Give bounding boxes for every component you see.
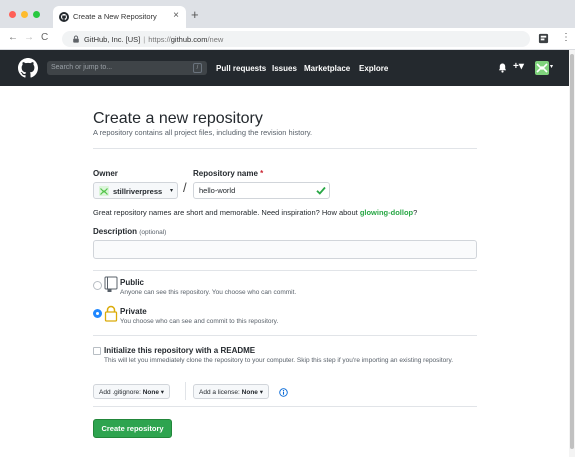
- repo-name-label: Repository name *: [193, 169, 264, 178]
- optional-tag: (optional): [139, 229, 167, 236]
- nav-explore[interactable]: Explore: [359, 64, 388, 73]
- name-suggestion-link[interactable]: glowing-dollop: [360, 208, 413, 217]
- create-repository-button[interactable]: Create repository: [93, 419, 172, 438]
- owner-name: stillriverpress: [113, 187, 163, 196]
- page-scrollbar[interactable]: [569, 50, 575, 457]
- public-radio[interactable]: [93, 281, 102, 290]
- extension-icon[interactable]: [538, 33, 549, 44]
- public-title: Public: [120, 278, 145, 287]
- tab-close-icon[interactable]: ×: [173, 10, 179, 22]
- divider: [93, 335, 477, 336]
- private-title: Private: [120, 307, 147, 316]
- avatar-caret-icon[interactable]: ▾: [550, 63, 553, 70]
- owner-avatar-icon: [99, 186, 109, 196]
- browser-tab-bar: Create a New Repository × +: [0, 0, 575, 28]
- chevron-down-icon: ▾: [170, 188, 174, 194]
- public-description: Anyone can see this repository. You choo…: [120, 289, 297, 296]
- owner-select[interactable]: stillriverpress ▾: [93, 182, 178, 199]
- new-tab-button[interactable]: +: [191, 8, 199, 21]
- private-radio[interactable]: [93, 309, 102, 318]
- readme-title: Initialize this repository with a README: [104, 346, 256, 355]
- site-identity: GitHub, Inc. [US]: [84, 35, 141, 44]
- browser-toolbar: ← → C GitHub, Inc. [US] | https://github.c…: [0, 28, 575, 50]
- readme-checkbox[interactable]: [93, 347, 101, 355]
- forward-button[interactable]: →: [24, 32, 34, 44]
- address-bar[interactable]: GitHub, Inc. [US] | https://github.com/new: [62, 31, 530, 47]
- check-icon: [316, 186, 326, 195]
- search-input[interactable]: Search or jump to... /: [47, 61, 207, 75]
- lock-icon: [73, 35, 79, 43]
- readme-description: This will let you immediately clone the …: [104, 357, 454, 364]
- browser-menu-icon[interactable]: ⋮: [561, 31, 571, 45]
- info-icon[interactable]: [279, 388, 288, 397]
- description-label: Description (optional): [93, 227, 167, 236]
- bell-icon[interactable]: [498, 63, 507, 73]
- avatar[interactable]: [535, 61, 549, 75]
- back-button[interactable]: ←: [8, 32, 18, 44]
- search-placeholder: Search or jump to...: [51, 64, 113, 71]
- nav-marketplace[interactable]: Marketplace: [304, 64, 350, 73]
- gitignore-select[interactable]: Add .gitignore: None ▾: [93, 384, 171, 399]
- browser-tab[interactable]: Create a New Repository ×: [53, 6, 186, 28]
- github-octocat-icon[interactable]: [18, 58, 38, 78]
- padlock-icon: [104, 305, 118, 322]
- url-host: github.com: [170, 35, 208, 44]
- nav-pull-requests[interactable]: Pull requests: [216, 64, 266, 73]
- scrollbar-thumb[interactable]: [570, 54, 574, 449]
- github-favicon-icon: [59, 12, 69, 22]
- repo-book-icon: [104, 276, 118, 292]
- url-path: /new: [207, 35, 224, 44]
- search-shortcut-key: /: [193, 63, 202, 73]
- nav-issues[interactable]: Issues: [272, 64, 297, 73]
- window-close-button[interactable]: [9, 11, 16, 18]
- page-title: Create a new repository: [93, 110, 263, 127]
- reload-button[interactable]: C: [41, 32, 48, 44]
- window-minimize-button[interactable]: [21, 11, 28, 18]
- divider: [93, 148, 477, 149]
- url-text: GitHub, Inc. [US] | https://github.com/new: [84, 35, 224, 44]
- divider: [93, 270, 477, 271]
- owner-label: Owner: [93, 169, 118, 178]
- repo-name-input[interactable]: [193, 182, 330, 199]
- owner-repo-separator: /: [183, 180, 187, 195]
- description-input[interactable]: [93, 240, 477, 259]
- github-header: Search or jump to... / Pull requests Iss…: [0, 50, 569, 86]
- required-mark: *: [260, 169, 264, 178]
- page-subtitle: A repository contains all project files,…: [93, 128, 313, 137]
- divider: [93, 406, 477, 407]
- create-new-menu[interactable]: +▾: [513, 61, 524, 73]
- window-maximize-button[interactable]: [33, 11, 40, 18]
- license-select[interactable]: Add a license: None ▾: [193, 384, 269, 399]
- private-description: You choose who can see and commit to thi…: [120, 318, 279, 325]
- avatar-pattern-icon: [536, 63, 548, 73]
- url-scheme: https://: [148, 35, 171, 44]
- chevron-down-icon: ▾: [160, 389, 165, 396]
- tab-title: Create a New Repository: [73, 12, 157, 21]
- chevron-down-icon: ▾: [259, 389, 263, 396]
- button-separator: [185, 382, 186, 400]
- repo-name-hint: Great repository names are short and mem…: [93, 208, 418, 217]
